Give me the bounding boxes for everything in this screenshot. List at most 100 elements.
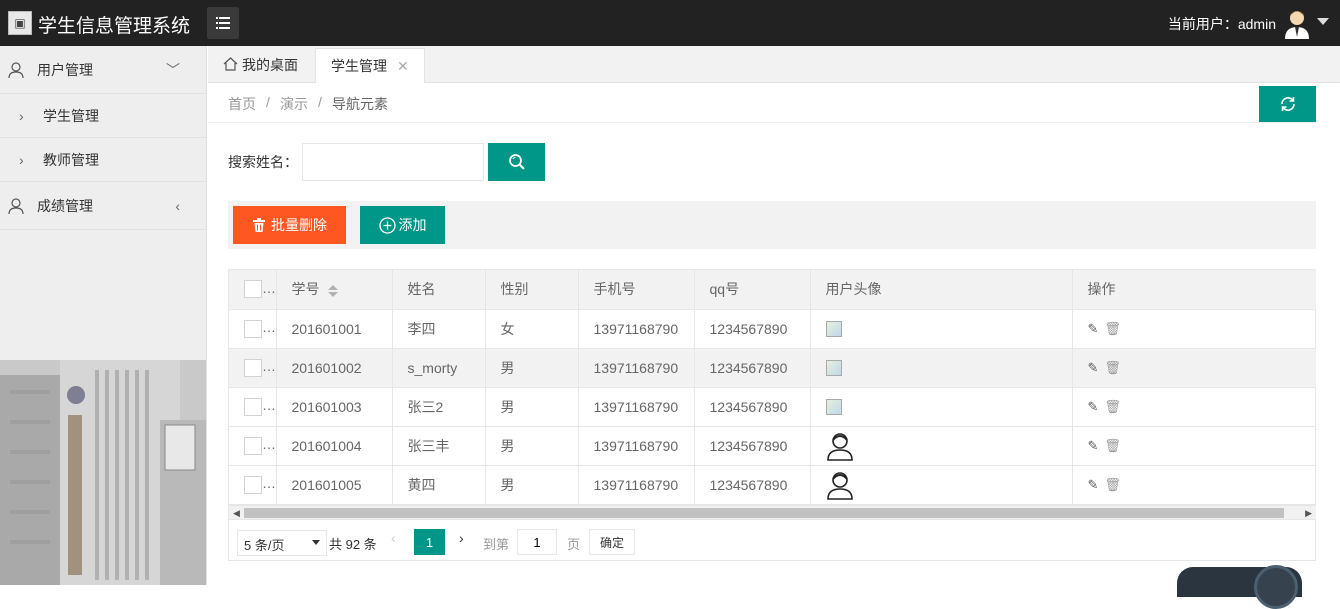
sidebar-group-grade-management[interactable]: 成绩管理 ‹ (0, 182, 206, 230)
breadcrumb-demo[interactable]: 演示 (280, 94, 308, 114)
cell-gender: 男 (485, 465, 579, 505)
app-title: 学生信息管理系统 (38, 16, 191, 37)
tab-label: 学生管理 (331, 58, 387, 74)
cell-phone: 13971168790 (578, 387, 695, 427)
tab-student-management[interactable]: 学生管理 ✕ (315, 48, 425, 83)
home-icon (223, 57, 238, 71)
speed-ring-icon (1254, 565, 1298, 609)
search-icon (508, 154, 525, 170)
goto-page-input[interactable] (517, 529, 557, 555)
cell-phone: 13971168790 (578, 465, 695, 505)
edit-icon[interactable]: ✎ (1088, 477, 1105, 492)
tab-my-desktop[interactable]: 我的桌面 (208, 48, 313, 83)
cell-name: 黄四 (392, 465, 486, 505)
trash-icon[interactable]: 🗑 (1104, 321, 1127, 336)
sidebar-group-user-management[interactable]: 用户管理 ﹀ (0, 46, 206, 94)
cell-id: 201601005 (276, 465, 393, 505)
trash-icon[interactable]: 🗑 (1104, 360, 1127, 375)
scroll-left-icon[interactable]: ◀ (233, 508, 240, 519)
user-dropdown-caret-icon[interactable] (1317, 18, 1329, 25)
cell-id: 201601004 (276, 426, 393, 466)
breadcrumb-home[interactable]: 首页 (228, 94, 256, 114)
cell-avatar (810, 465, 1073, 505)
sidebar-item-label: 教师管理 (43, 152, 99, 168)
top-header: ▣ 学生信息管理系统 当前用户：admin (0, 0, 1340, 46)
refresh-button[interactable] (1259, 86, 1316, 122)
add-label: 添加 (398, 217, 427, 233)
current-page-button[interactable]: 1 (414, 529, 445, 555)
chevron-left-icon: ‹ (175, 198, 180, 214)
cell-qq: 1234567890 (694, 426, 811, 466)
chevron-right-icon: › (19, 108, 24, 124)
trash-icon[interactable]: 🗑 (1104, 438, 1127, 453)
broken-image-icon (825, 399, 842, 416)
cell-avatar (810, 426, 1073, 466)
goto-confirm-button[interactable]: 确定 (589, 529, 635, 555)
scrollbar-thumb[interactable] (244, 508, 1284, 518)
user-icon (8, 62, 24, 78)
column-header-phone: 手机号 (578, 270, 695, 310)
row-checkbox[interactable] (244, 358, 262, 377)
chevron-down-icon: ﹀ (166, 62, 180, 78)
trash-icon (253, 218, 265, 232)
search-button[interactable] (488, 143, 545, 181)
edit-icon[interactable]: ✎ (1088, 360, 1105, 375)
cell-qq: 1234567890 (694, 348, 811, 388)
cell-actions: ✎🗑 (1072, 387, 1316, 427)
cell-id: 201601002 (276, 348, 393, 388)
cell-qq: 1234567890 (694, 387, 811, 427)
scroll-right-icon[interactable]: ▶ (1305, 508, 1312, 519)
column-header-id[interactable]: 学号 (276, 270, 393, 310)
page-size-select[interactable]: 5 条/页 (237, 530, 327, 556)
total-count: 共 92 条 (329, 537, 377, 552)
user-avatar-icon[interactable] (1283, 9, 1311, 39)
network-monitor-widget[interactable] (1177, 565, 1302, 609)
campus-building-image (0, 360, 206, 585)
student-table: 学号 姓名 性别 手机号 qq号 用户头像 操作 201601001 李四 女 … (228, 269, 1316, 561)
table-row: 201601002 s_morty 男 13971168790 12345678… (229, 348, 1316, 388)
table-row: 201601003 张三2 男 13971168790 1234567890 ✎… (229, 387, 1316, 427)
breadcrumb-current: 导航元素 (332, 96, 388, 112)
row-checkbox[interactable] (244, 436, 262, 455)
page-size-value: 5 条/页 (244, 538, 285, 553)
trash-icon[interactable]: 🗑 (1104, 477, 1127, 492)
breadcrumb: 首页 / 演示 / 导航元素 (208, 83, 1315, 123)
edit-icon[interactable]: ✎ (1088, 438, 1105, 453)
row-checkbox[interactable] (244, 397, 262, 416)
column-header-actions: 操作 (1072, 270, 1316, 310)
refresh-icon (1280, 97, 1295, 111)
person-avatar-icon (826, 432, 853, 461)
row-checkbox[interactable] (244, 319, 262, 338)
edit-icon[interactable]: ✎ (1088, 321, 1105, 336)
sidebar-item-student-management[interactable]: › 学生管理 (0, 94, 206, 138)
prev-page-icon[interactable]: ‹ (391, 530, 396, 546)
table-header-row: 学号 姓名 性别 手机号 qq号 用户头像 操作 (229, 270, 1316, 310)
cell-name: s_morty (392, 348, 486, 388)
person-avatar-icon (826, 471, 853, 500)
menu-toggle-button[interactable] (207, 7, 239, 39)
add-button[interactable]: 添加 (360, 206, 445, 244)
search-label: 搜索姓名： (228, 154, 298, 170)
sidebar-group-label: 用户管理 (37, 62, 93, 78)
horizontal-scrollbar[interactable]: ◀ ▶ (229, 505, 1316, 519)
current-user-label[interactable]: 当前用户：admin (1168, 14, 1276, 34)
cell-name: 张三丰 (392, 426, 486, 466)
breadcrumb-separator: / (266, 94, 270, 110)
cell-phone: 13971168790 (578, 348, 695, 388)
edit-icon[interactable]: ✎ (1088, 399, 1105, 414)
next-page-icon[interactable]: › (459, 530, 464, 546)
row-checkbox[interactable] (244, 475, 262, 494)
select-all-checkbox[interactable] (244, 280, 262, 299)
search-name-input[interactable] (302, 143, 484, 181)
plus-circle-icon (378, 216, 396, 234)
cell-gender: 男 (485, 426, 579, 466)
close-icon[interactable]: ✕ (397, 58, 409, 74)
page-label: 页 (567, 537, 581, 552)
tab-label: 我的桌面 (242, 57, 298, 73)
sort-icon[interactable] (327, 284, 338, 297)
trash-icon[interactable]: 🗑 (1104, 399, 1127, 414)
broken-image-icon (825, 360, 842, 377)
cell-phone: 13971168790 (578, 309, 695, 349)
sidebar-item-teacher-management[interactable]: › 教师管理 (0, 138, 206, 182)
batch-delete-button[interactable]: 批量删除 (233, 206, 346, 244)
